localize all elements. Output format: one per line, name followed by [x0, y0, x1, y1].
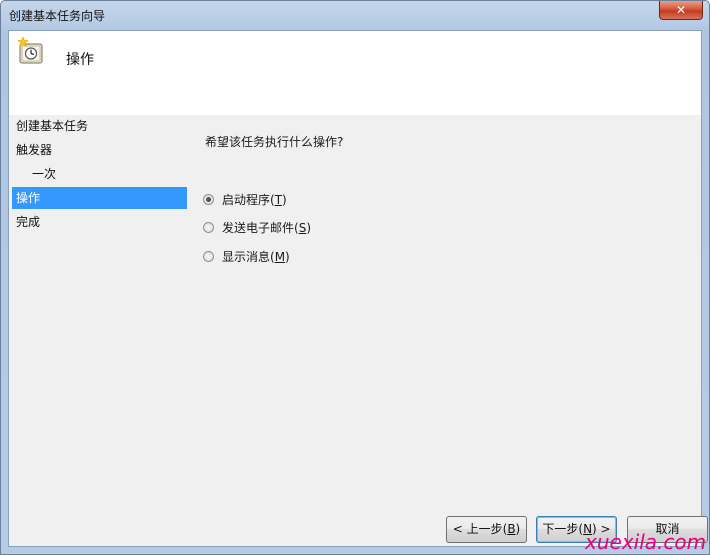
action-question: 希望该任务执行什么操作? — [205, 135, 344, 149]
close-button[interactable]: ✕ — [659, 1, 703, 20]
step-one-time[interactable]: 一次 — [12, 163, 187, 185]
step-finish[interactable]: 完成 — [12, 211, 187, 233]
step-label: 一次 — [32, 167, 57, 181]
step-label: 操作 — [16, 191, 41, 205]
radio-send-email[interactable] — [203, 222, 214, 233]
task-clock-icon — [17, 37, 43, 64]
step-action[interactable]: 操作 — [12, 187, 187, 209]
site-watermark: xuexila.com — [585, 530, 707, 554]
radio-start-program[interactable] — [203, 194, 214, 205]
option-label: 启动程序(T) — [222, 193, 287, 207]
wizard-steps: 创建基本任务 触发器 一次 操作 完成 — [9, 115, 189, 415]
step-create-basic-task[interactable]: 创建基本任务 — [12, 115, 187, 137]
option-label: 发送电子邮件(S) — [222, 221, 311, 235]
step-label: 创建基本任务 — [16, 119, 89, 133]
wizard-window: 创建基本任务向导 ✕ 操作 创建基本任务 触发器 一次 操作 完成 希望该任务执… — [0, 0, 710, 555]
wizard-client-area: 操作 创建基本任务 触发器 一次 操作 完成 希望该任务执行什么操作? 启动程序… — [8, 30, 708, 547]
radio-show-message[interactable] — [203, 251, 214, 262]
step-label: 完成 — [16, 215, 41, 229]
step-trigger[interactable]: 触发器 — [12, 139, 187, 161]
back-button[interactable]: < 上一步(B) — [446, 516, 527, 543]
step-label: 触发器 — [16, 143, 53, 157]
page-title: 操作 — [66, 52, 94, 68]
title-bar[interactable]: 创建基本任务向导 ✕ — [1, 1, 709, 30]
close-icon: ✕ — [675, 3, 687, 17]
wizard-header: 操作 — [9, 31, 701, 115]
option-label: 显示消息(M) — [222, 250, 290, 264]
window-title: 创建基本任务向导 — [9, 9, 106, 23]
